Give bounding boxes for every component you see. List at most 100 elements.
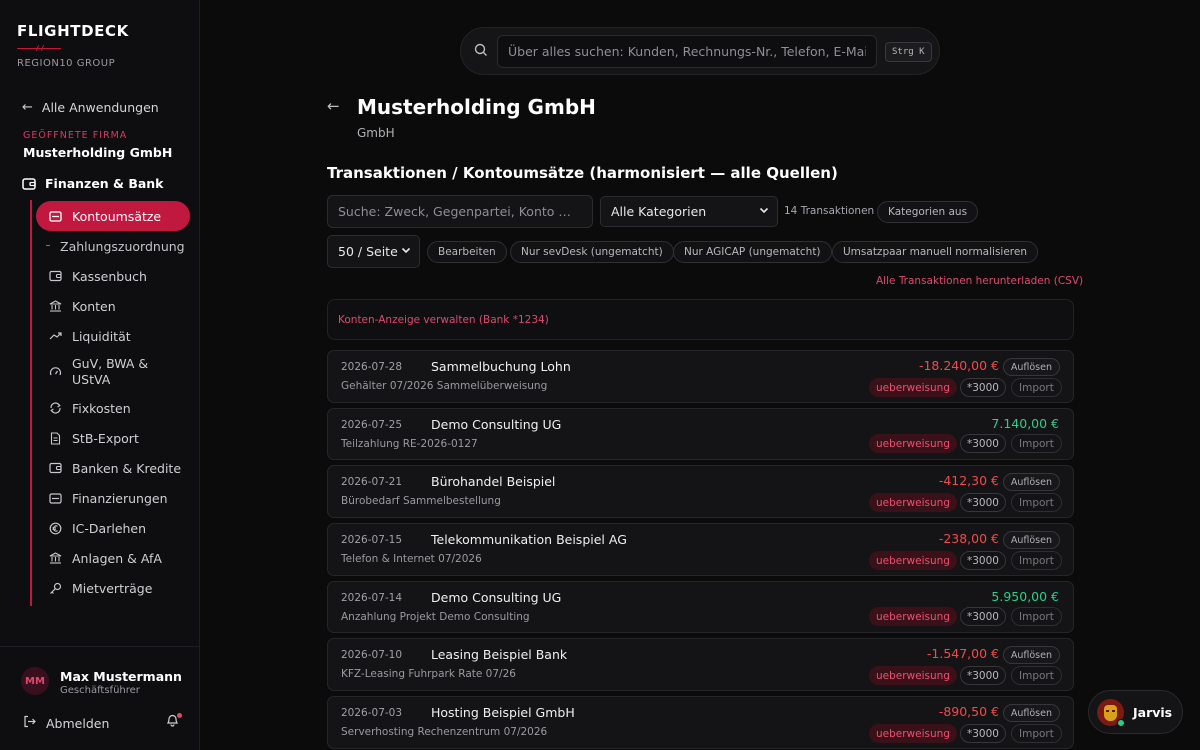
chevron-down-icon [759,205,769,218]
sidebar-nav: Kontoumsätze Zahlungszuordnung Kassenbuc… [36,200,190,603]
online-status-dot [1117,719,1125,727]
tx-counterparty: Leasing Beispiel Bank [431,647,568,662]
sidebar-item-ic-darlehen[interactable]: IC-Darlehen [36,513,190,543]
sidebar-item-kassenbuch[interactable]: Kassenbuch [36,261,190,291]
resolve-button[interactable]: Auflösen [1002,646,1060,664]
sidebar-item-konten[interactable]: Konten [36,291,190,321]
tx-purpose: Teilzahlung RE-2026-0127 [341,438,478,450]
sidebar-item-stb-export[interactable]: StB-Export [36,423,190,453]
opened-company-label: GEÖFFNETE FIRMA [23,130,128,141]
transaction-row[interactable]: 2026-07-25 Demo Consulting UG Teilzahlun… [327,408,1074,460]
page-size-value: 50 / Seite [338,244,398,259]
import-button[interactable]: Import [1011,378,1062,397]
import-button[interactable]: Import [1011,666,1062,685]
card-icon [48,492,62,504]
tx-type-badge: ueberweisung [869,493,957,512]
key-icon [48,582,62,595]
section-title: Transaktionen / Kontoumsätze (harmonisie… [327,164,838,182]
search-icon [474,43,488,61]
tx-date: 2026-07-15 [341,534,403,546]
arrow-left-icon: ← [22,100,33,115]
sidebar-item-anlagen-afa[interactable]: Anlagen & AfA [36,543,190,573]
resolve-button[interactable]: Auflösen [1002,358,1060,376]
back-button[interactable]: ← [327,97,340,115]
tx-counterparty: Hosting Beispiel GmbH [431,705,575,720]
category-select-value: Alle Kategorien [611,204,707,219]
section-finance-bank[interactable]: Finanzen & Bank [22,176,164,191]
robot-mask-icon [1104,704,1117,721]
transaction-row[interactable]: 2026-07-21 Bürohandel Beispiel Bürobedar… [327,465,1074,518]
brand[interactable]: FLIGHTDECK REGION10 GROUP [17,22,129,69]
all-apps-link[interactable]: ← Alle Anwendungen [22,100,159,115]
manage-accounts-link[interactable]: Konten-Anzeige verwalten (Bank *1234) [338,314,549,326]
avatar[interactable]: MM [21,667,49,695]
page-subtitle: GmbH [357,126,395,140]
transaction-row[interactable]: 2026-07-03 Hosting Beispiel GmbH Serverh… [327,696,1074,749]
wallet-icon [48,270,62,282]
import-button[interactable]: Import [1011,551,1062,570]
transaction-row[interactable]: 2026-07-14 Demo Consulting UG Anzahlung … [327,581,1074,633]
tx-amount: -238,00 € [938,531,999,546]
import-button[interactable]: Import [1011,493,1062,512]
tx-type-badge: ueberweisung [869,378,957,397]
logout-button[interactable]: Abmelden [23,715,109,731]
tx-account-badge: *3000 [960,666,1006,685]
category-select[interactable]: Alle Kategorien [600,196,778,227]
notification-dot [177,713,182,718]
tx-amount: -412,30 € [938,473,999,488]
jarvis-assistant-button[interactable]: Jarvis [1088,690,1183,734]
tx-purpose: KFZ-Leasing Fuhrpark Rate 07/26 [341,668,516,680]
notifications-button[interactable] [166,713,182,731]
sidebar-item-label: IC-Darlehen [72,520,147,536]
resolve-button[interactable]: Auflösen [1002,531,1060,549]
sidebar-item-mietvertraege[interactable]: Mietverträge [36,573,190,603]
csv-download-link[interactable]: Alle Transaktionen herunterladen (CSV) [876,275,1083,287]
transaction-row[interactable]: 2026-07-28 Sammelbuchung Lohn Gehälter 0… [327,350,1074,403]
sidebar-item-label: Banken & Kredite [72,460,182,476]
import-button[interactable]: Import [1011,724,1062,743]
global-search-input[interactable] [497,35,877,68]
transaction-row[interactable]: 2026-07-10 Leasing Beispiel Bank KFZ-Lea… [327,638,1074,691]
sidebar-item-zahlungszuordnung[interactable]: Zahlungszuordnung [36,231,190,261]
edit-button[interactable]: Bearbeiten [427,241,507,263]
global-search: Strg K [460,27,940,75]
sidebar-item-banken-kredite[interactable]: Banken & Kredite [36,453,190,483]
sidebar-item-kontoumsaetze[interactable]: Kontoumsätze [36,201,190,231]
arrow-left-icon: ← [327,97,340,115]
sidebar-item-label: Anlagen & AfA [72,550,162,566]
tx-counterparty: Demo Consulting UG [431,590,562,605]
categories-toggle-button[interactable]: Kategorien aus [877,201,979,223]
logout-icon [23,715,36,731]
tx-type-badge: ueberweisung [869,434,957,453]
import-button[interactable]: Import [1011,434,1062,453]
tx-account-badge: *3000 [960,378,1006,397]
import-button[interactable]: Import [1011,607,1062,626]
transaction-search-input[interactable] [327,195,593,228]
sidebar-item-guv-bwa-ustva[interactable]: GuV, BWA & USt­VA [36,351,190,393]
sevdesk-unmatched-button[interactable]: Nur sevDesk (ungematcht) [510,241,674,263]
page-title: Musterholding GmbH [357,95,596,119]
agicap-unmatched-button[interactable]: Nur AGICAP (ungematcht) [673,241,832,263]
resolve-button[interactable]: Auflösen [1002,473,1060,491]
logout-label: Abmelden [46,715,110,731]
sidebar-item-label: Kassenbuch [72,268,147,284]
normalize-pair-button[interactable]: Umsatzpaar manuell normalisieren [832,241,1038,263]
euro-icon [48,522,62,535]
page-size-select[interactable]: 50 / Seite [327,235,420,268]
brand-group: REGION10 GROUP [17,58,116,69]
user-name: Max Mustermann [60,669,182,684]
tx-date: 2026-07-03 [341,707,403,719]
tx-amount: -18.240,00 € [918,358,999,373]
tx-date: 2026-07-25 [341,419,403,431]
tx-account-badge: *3000 [960,493,1006,512]
transaction-row[interactable]: 2026-07-15 Telekommunikation Beispiel AG… [327,523,1074,576]
resolve-button[interactable]: Auflösen [1002,704,1060,722]
tx-purpose: Serverhosting Rechenzentrum 07/2026 [341,726,548,738]
sidebar-item-fixkosten[interactable]: Fixkosten [36,393,190,423]
opened-company-name: Musterholding GmbH [23,145,173,160]
sidebar-item-liquiditaet[interactable]: Liquidität [36,321,190,351]
sidebar-item-finanzierungen[interactable]: Finanzierungen [36,483,190,513]
tx-purpose: Gehälter 07/2026 Sammelüberweisung [341,380,548,392]
tx-counterparty: Telekommunikation Beispiel AG [431,532,627,547]
tx-purpose: Bürobedarf Sammelbestellung [341,495,501,507]
